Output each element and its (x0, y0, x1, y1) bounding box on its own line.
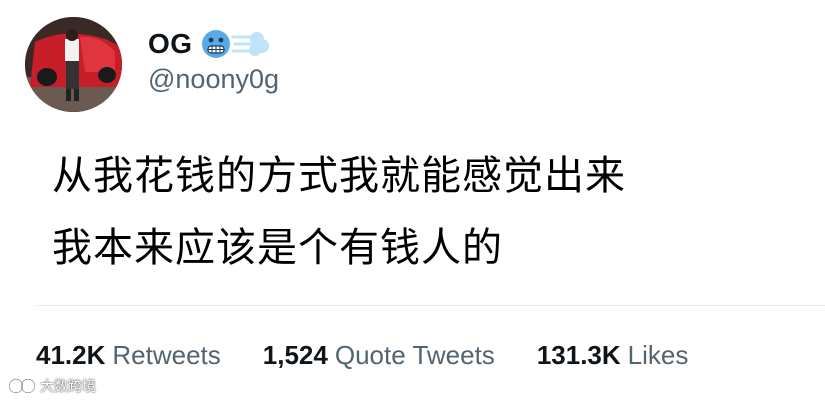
display-name[interactable]: OG (148, 28, 193, 60)
author-name-row: OG (148, 28, 271, 60)
quote-tweets-label: Quote Tweets (334, 340, 495, 370)
quote-tweets-count: 1,524 (262, 340, 328, 370)
watermark: 大数跨境 (8, 376, 96, 396)
watermark-logo-icon (8, 378, 36, 394)
dash-emoji-icon (231, 32, 269, 56)
retweets-count: 41.2K (36, 340, 106, 370)
profile-photo-image (25, 17, 122, 112)
divider (36, 305, 825, 306)
author-handle[interactable]: @noony0g (148, 64, 279, 95)
retweets-stat[interactable]: 41.2K Retweets (36, 340, 221, 371)
tweet-text-line: 我本来应该是个有钱人的 (52, 225, 503, 271)
tweet-text-line: 从我花钱的方式我就能感觉出来 (52, 153, 626, 199)
cold-face-emoji-icon (201, 30, 230, 58)
avatar[interactable] (25, 17, 122, 112)
tweet-text: 从我花钱的方式我就能感觉出来 我本来应该是个有钱人的 (52, 140, 792, 284)
likes-stat[interactable]: 131.3K Likes (537, 340, 689, 371)
likes-label: Likes (627, 340, 689, 370)
tweet-stats: 41.2K Retweets 1,524 Quote Tweets 131.3K… (36, 340, 688, 371)
watermark-text: 大数跨境 (40, 378, 96, 394)
name-emojis (201, 29, 271, 59)
retweets-label: Retweets (112, 340, 221, 370)
quote-tweets-stat[interactable]: 1,524 Quote Tweets (263, 340, 495, 371)
likes-count: 131.3K (536, 340, 621, 370)
